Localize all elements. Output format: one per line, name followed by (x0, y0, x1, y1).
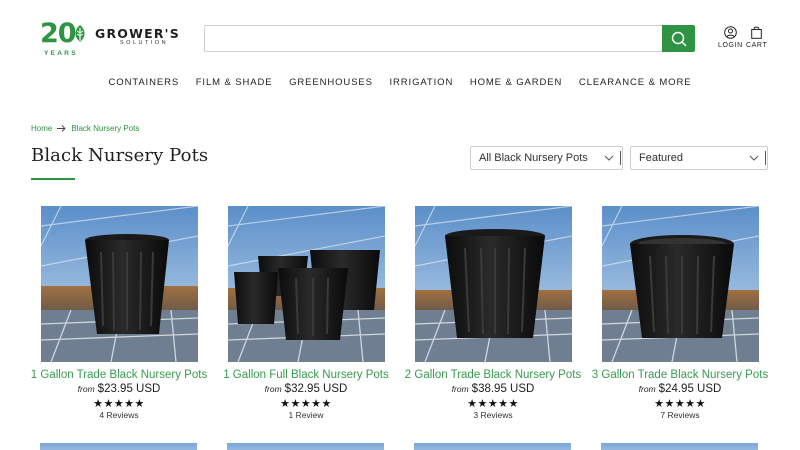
product-image-partial[interactable] (40, 443, 197, 450)
product-image-partial[interactable] (227, 443, 384, 450)
product-image-partial[interactable] (601, 443, 758, 450)
nav-item-greenhouses[interactable]: GREENHOUSES (289, 77, 373, 88)
sort-select[interactable]: Featured (630, 146, 768, 170)
logo-number: 20 (40, 18, 77, 49)
title-underline (31, 178, 75, 180)
shopping-bag-icon (751, 26, 762, 39)
price-value: $23.95 USD (97, 383, 161, 395)
star-rating: ★★★★★ (93, 398, 145, 410)
price-value: $38.95 USD (471, 383, 535, 395)
nav-item-film-shade[interactable]: FILM & SHADE (196, 77, 273, 88)
product-image-partial[interactable] (414, 443, 571, 450)
nav-item-clearance-more[interactable]: CLEARANCE & MORE (579, 77, 692, 88)
search-input[interactable] (204, 25, 662, 52)
product-name[interactable]: 1 Gallon Full Black Nursery Pots (223, 369, 389, 381)
breadcrumb-home[interactable]: Home (31, 124, 52, 133)
select-divider (765, 151, 766, 165)
review-count: 3 Reviews (473, 410, 513, 420)
product-image[interactable] (414, 206, 572, 362)
price-value: $24.95 USD (658, 383, 722, 395)
user-icon (724, 26, 737, 39)
sort-select-value: Featured (639, 152, 684, 164)
category-select[interactable]: All Black Nursery Pots (470, 146, 623, 170)
chevron-down-icon (604, 155, 614, 161)
product-card[interactable]: 1 Gallon Full Black Nursery Pots from $32… (216, 206, 396, 420)
main-nav: CONTAINERS FILM & SHADE GREENHOUSES IRRI… (0, 77, 800, 88)
logo-subtitle: SOLUTION (120, 40, 169, 46)
product-card[interactable]: 3 Gallon Trade Black Nursery Pots from $2… (590, 206, 770, 420)
category-select-value: All Black Nursery Pots (479, 152, 588, 164)
review-count: 1 Review (288, 410, 324, 420)
price-value: $32.95 USD (284, 383, 348, 395)
login-link[interactable]: LOGIN (718, 26, 743, 49)
price-from-label: from (264, 384, 282, 394)
product-card[interactable]: 2 Gallon Trade Black Nursery Pots from $3… (403, 206, 583, 420)
product-price: from $38.95 USD (452, 383, 535, 395)
product-name[interactable]: 3 Gallon Trade Black Nursery Pots (592, 369, 768, 381)
price-from-label: from (638, 384, 656, 394)
leaf-icon (75, 25, 85, 42)
product-card[interactable]: 1 Gallon Trade Black Nursery Pots from $2… (29, 206, 209, 420)
chevron-down-icon (749, 155, 759, 161)
breadcrumb-current[interactable]: Black Nursery Pots (71, 124, 139, 133)
price-from-label: from (77, 384, 95, 394)
product-name[interactable]: 1 Gallon Trade Black Nursery Pots (31, 369, 207, 381)
product-image[interactable] (227, 206, 385, 362)
site-logo[interactable]: 20 YEARS GROWER'S SOLUTION (40, 18, 180, 58)
cart-label: CART (746, 42, 768, 49)
price-from-label: from (451, 384, 469, 394)
page-title: Black Nursery Pots (31, 145, 209, 166)
breadcrumb: Home Black Nursery Pots (31, 124, 139, 133)
arrow-right-icon (57, 125, 66, 132)
select-divider (620, 151, 621, 165)
nav-item-containers[interactable]: CONTAINERS (109, 77, 180, 88)
login-label: LOGIN (718, 42, 743, 49)
product-image[interactable] (601, 206, 759, 362)
product-price: from $24.95 USD (639, 383, 722, 395)
star-rating: ★★★★★ (280, 398, 332, 410)
review-count: 4 Reviews (99, 410, 139, 420)
logo-years: YEARS (44, 50, 78, 57)
review-count: 7 Reviews (660, 410, 700, 420)
product-image[interactable] (40, 206, 198, 362)
nav-item-home-garden[interactable]: HOME & GARDEN (470, 77, 562, 88)
star-rating: ★★★★★ (467, 398, 519, 410)
product-price: from $32.95 USD (265, 383, 348, 395)
product-name[interactable]: 2 Gallon Trade Black Nursery Pots (405, 369, 581, 381)
logo-brand: GROWER'S (95, 26, 180, 41)
search-icon (671, 31, 686, 46)
nav-item-irrigation[interactable]: IRRIGATION (390, 77, 454, 88)
search-button[interactable] (662, 25, 695, 52)
star-rating: ★★★★★ (654, 398, 706, 410)
cart-link[interactable]: CART (746, 26, 767, 49)
product-price: from $23.95 USD (78, 383, 161, 395)
